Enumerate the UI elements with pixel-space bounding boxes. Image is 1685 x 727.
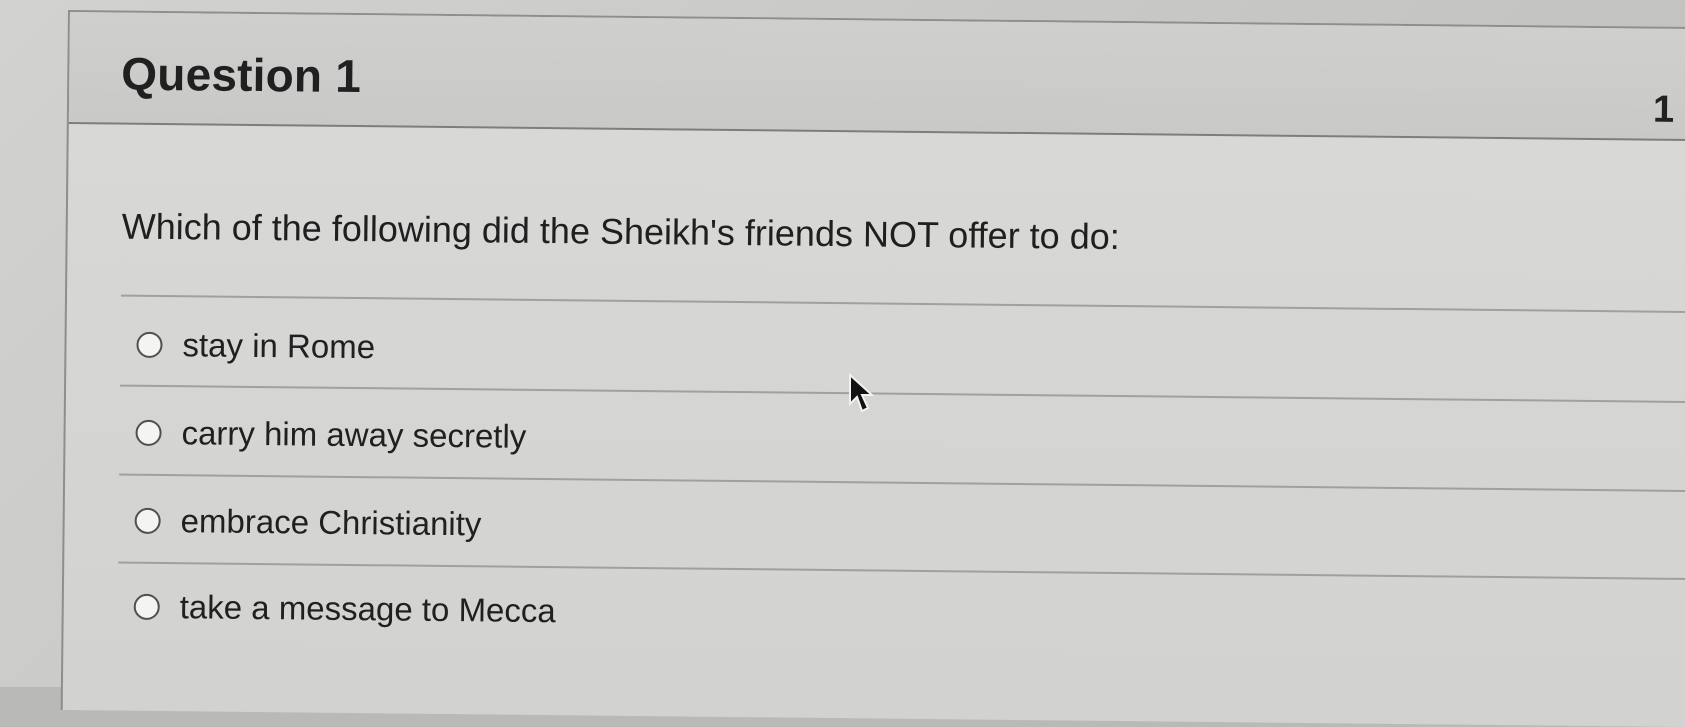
answer-divider (120, 384, 1685, 404)
question-header: Question 1 1 (68, 12, 1685, 142)
question-card: Question 1 1 Which of the following did … (60, 10, 1685, 727)
radio-button-icon[interactable] (133, 593, 160, 620)
answer-label: take a message to Mecca (179, 588, 556, 630)
mouse-pointer-icon (849, 373, 874, 413)
screen: Question 1 1 Which of the following did … (0, 0, 1685, 727)
question-prompt: Which of the following did the Sheikh's … (121, 205, 1120, 258)
answer-divider (118, 561, 1685, 581)
radio-button-icon[interactable] (134, 507, 161, 534)
question-title: Question 1 (121, 47, 362, 103)
question-points: 1 (1652, 88, 1675, 131)
answer-label: embrace Christianity (180, 502, 482, 543)
answer-divider (119, 473, 1685, 493)
answer-option-take-message-to-mecca[interactable]: take a message to Mecca (133, 583, 557, 635)
radio-button-icon[interactable] (135, 419, 162, 447)
radio-button-icon[interactable] (136, 331, 163, 359)
answer-label: stay in Rome (182, 326, 376, 366)
answer-option-stay-in-rome[interactable]: stay in Rome (136, 321, 375, 371)
answer-option-embrace-christianity[interactable]: embrace Christianity (134, 497, 482, 549)
answer-label: carry him away secretly (181, 414, 527, 455)
prompt-divider (121, 294, 1685, 314)
answer-option-carry-him-away[interactable]: carry him away secretly (135, 409, 527, 461)
